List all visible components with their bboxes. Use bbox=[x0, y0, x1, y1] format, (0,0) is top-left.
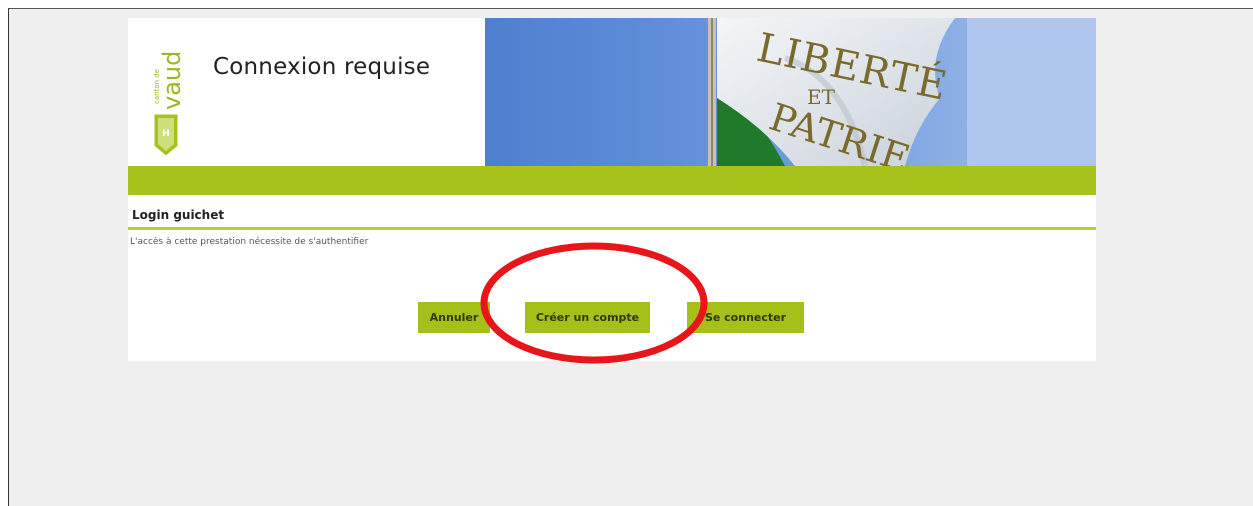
section-title: Login guichet bbox=[132, 208, 225, 222]
login-panel: H vaud canton de Connexion requise LIBER… bbox=[128, 18, 1096, 361]
svg-text:H: H bbox=[162, 129, 170, 139]
page-frame: H vaud canton de Connexion requise LIBER… bbox=[8, 8, 1253, 506]
green-divider-bar bbox=[128, 166, 1096, 195]
vaud-shield-logo: H vaud canton de bbox=[153, 51, 186, 157]
cancel-button[interactable]: Annuler bbox=[418, 302, 490, 333]
flag-banner: LIBERTÉ ET PATRIE bbox=[485, 18, 1096, 166]
page-title: Connexion requise bbox=[213, 54, 431, 80]
logo-text: vaud bbox=[158, 51, 186, 110]
connect-button[interactable]: Se connecter bbox=[687, 302, 804, 333]
section-underline bbox=[128, 227, 1096, 230]
section-description: L'accès à cette prestation nécessite de … bbox=[130, 237, 369, 247]
create-account-button[interactable]: Créer un compte bbox=[525, 302, 650, 333]
svg-text:canton de: canton de bbox=[153, 69, 161, 104]
